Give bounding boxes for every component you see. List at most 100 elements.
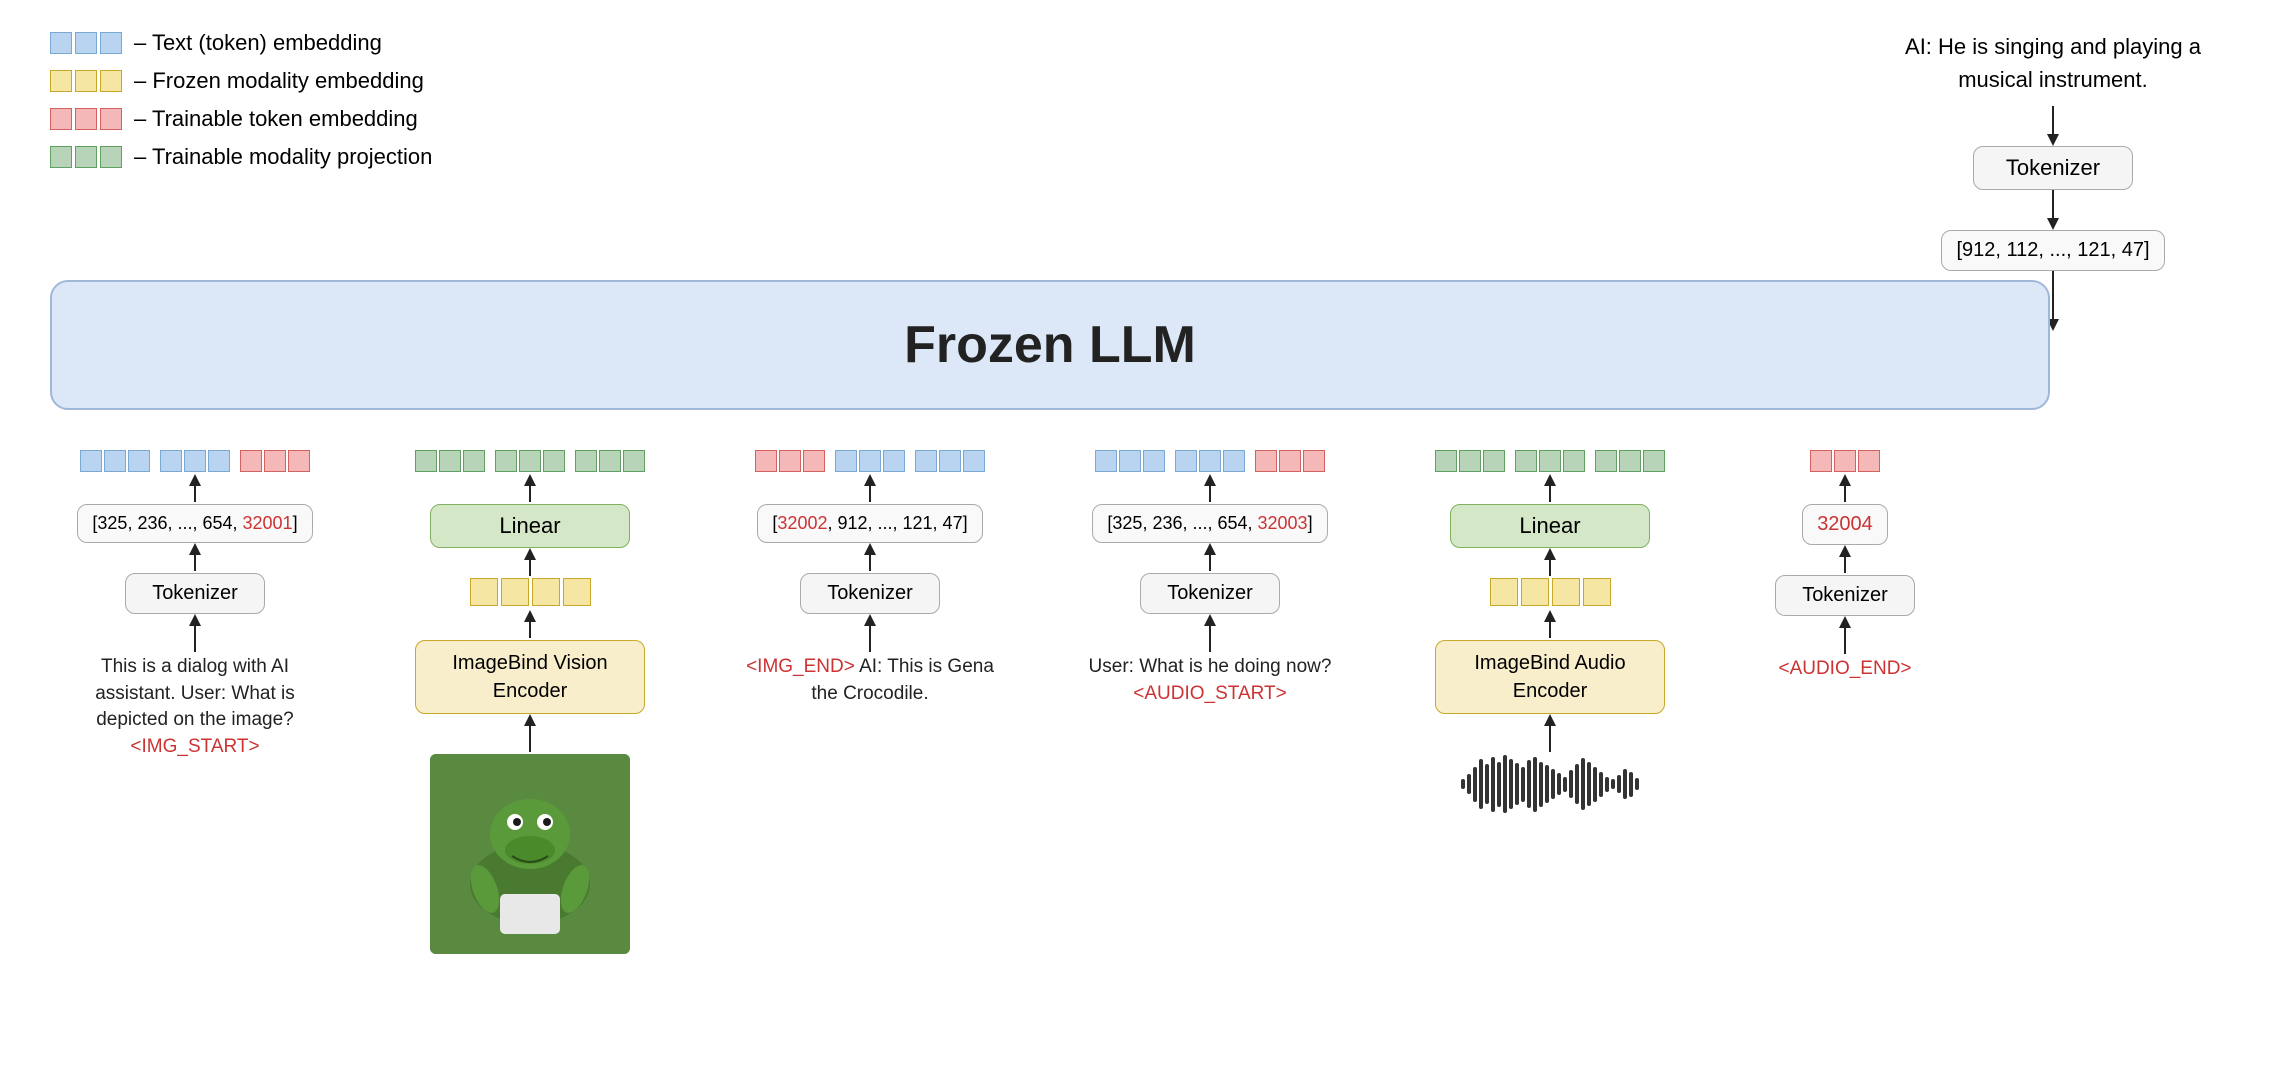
arrow-ae-seq-up (1825, 545, 1865, 575)
fy4 (563, 578, 591, 606)
arrow-text-up (95, 474, 295, 504)
col-audioq-token-blocks (1095, 450, 1325, 472)
tokenizer-text: Tokenizer (125, 573, 265, 614)
ib5 (939, 450, 961, 472)
ga2 (1459, 450, 1481, 472)
linear-audio: Linear (1450, 504, 1650, 548)
block-green-3 (100, 146, 122, 168)
legend-label-red: – Trainable token embedding (134, 106, 418, 132)
token-group-blue-2 (160, 450, 230, 472)
arrow-aenc-up (1450, 474, 1650, 504)
aqr1 (1255, 450, 1277, 472)
legend-blocks-green (50, 146, 122, 168)
seq-ae-red: 32004 (1817, 513, 1873, 535)
arrow-to-tokenizer-top (2038, 106, 2068, 146)
col-audio-enc: Linear ImageBind AudioEncoder (1405, 450, 1695, 814)
wb22 (1587, 762, 1591, 806)
arrow-imgr-seq-up (850, 543, 890, 573)
col-text: [325, 236, ..., 654, 32001] Tokenizer Th… (55, 450, 335, 760)
r3 (288, 450, 310, 472)
token-group-red-ae (1810, 450, 1880, 472)
arrow-vision-enc-up (510, 610, 550, 640)
arrow-aenc-enc-up (1530, 610, 1570, 640)
legend-item-red: – Trainable token embedding (50, 106, 432, 132)
aq6 (1223, 450, 1245, 472)
legend-blocks-blue (50, 32, 122, 54)
g3 (463, 450, 485, 472)
seq-audioq-red: 32003 (1258, 513, 1308, 533)
g4 (495, 450, 517, 472)
fya1 (1490, 578, 1518, 606)
ib2 (859, 450, 881, 472)
arrow-aenc-linear-up (1530, 548, 1570, 578)
legend-item-blue: – Text (token) embedding (50, 30, 432, 56)
diagram-container: – Text (token) embedding – Frozen modali… (0, 0, 2293, 1088)
img-start-tag: <IMG_START> (130, 736, 259, 757)
wb21 (1581, 758, 1585, 810)
g2 (439, 450, 461, 472)
aq4 (1175, 450, 1197, 472)
crocodile-image (430, 754, 630, 954)
col-vision: Linear ImageBind VisionEncoder (385, 450, 675, 954)
frozen-llm-box: Frozen LLM (50, 280, 2050, 410)
arrow-vision-img-up (510, 714, 550, 754)
wb29 (1629, 772, 1633, 797)
wb26 (1611, 779, 1615, 789)
wb13 (1533, 757, 1537, 812)
block-yellow-2 (75, 70, 97, 92)
wb17 (1557, 773, 1561, 795)
wb10 (1515, 763, 1519, 805)
token-group-green-v1 (415, 450, 485, 472)
aq2 (1119, 450, 1141, 472)
token-group-blue-ir1 (835, 450, 905, 472)
arrow-audioq-up (1110, 474, 1310, 504)
col-text-token-blocks (80, 450, 310, 472)
legend-label-green: – Trainable modality projection (134, 144, 432, 170)
token-group-green-a3 (1595, 450, 1665, 472)
legend-blocks-red (50, 108, 122, 130)
ib6 (963, 450, 985, 472)
arrow-text-tok-up (175, 614, 215, 654)
token-group-green-a1 (1435, 450, 1505, 472)
ga1 (1435, 450, 1457, 472)
token-group-green-v3 (575, 450, 645, 472)
wb19 (1569, 770, 1573, 798)
audio-start-tag: <AUDIO_START> (1133, 683, 1286, 704)
wb15 (1545, 765, 1549, 803)
wb2 (1467, 774, 1471, 794)
ga4 (1515, 450, 1537, 472)
ib3 (883, 450, 905, 472)
wb30 (1635, 778, 1639, 790)
token-group-blue-aq1 (1095, 450, 1165, 472)
aq5 (1199, 450, 1221, 472)
block-red-1 (50, 108, 72, 130)
ga7 (1595, 450, 1617, 472)
seq-top-right: [912, 112, ..., 121, 47] (1941, 230, 2164, 271)
ga3 (1483, 450, 1505, 472)
input-audioq-col: User: What is he doing now? <AUDIO_START… (1080, 654, 1340, 707)
seq-text-red: 32001 (243, 513, 293, 533)
img-end-tag: <IMG_END> (746, 656, 855, 677)
tokenizer-imgr: Tokenizer (800, 573, 940, 614)
wb4 (1479, 759, 1483, 809)
block-yellow-1 (50, 70, 72, 92)
fya4 (1583, 578, 1611, 606)
frozen-embed-vision (470, 578, 591, 606)
arrow-from-seq-top (2038, 190, 2068, 230)
aqr2 (1279, 450, 1301, 472)
g5 (519, 450, 541, 472)
legend-blocks-yellow (50, 70, 122, 92)
tokenizer-top-right: Tokenizer (1973, 146, 2133, 190)
wb5 (1485, 764, 1489, 804)
fya3 (1552, 578, 1580, 606)
wb3 (1473, 767, 1477, 802)
ir3 (803, 450, 825, 472)
legend-item-yellow: – Frozen modality embedding (50, 68, 432, 94)
token-group-red-aq (1255, 450, 1325, 472)
token-group-red-ir (755, 450, 825, 472)
legend-label-blue: – Text (token) embedding (134, 30, 382, 56)
wb14 (1539, 762, 1543, 807)
input-imgr-col: <IMG_END> AI: This is Gena the Crocodile… (740, 654, 1000, 707)
token-group-blue-ir2 (915, 450, 985, 472)
wb23 (1593, 767, 1597, 802)
